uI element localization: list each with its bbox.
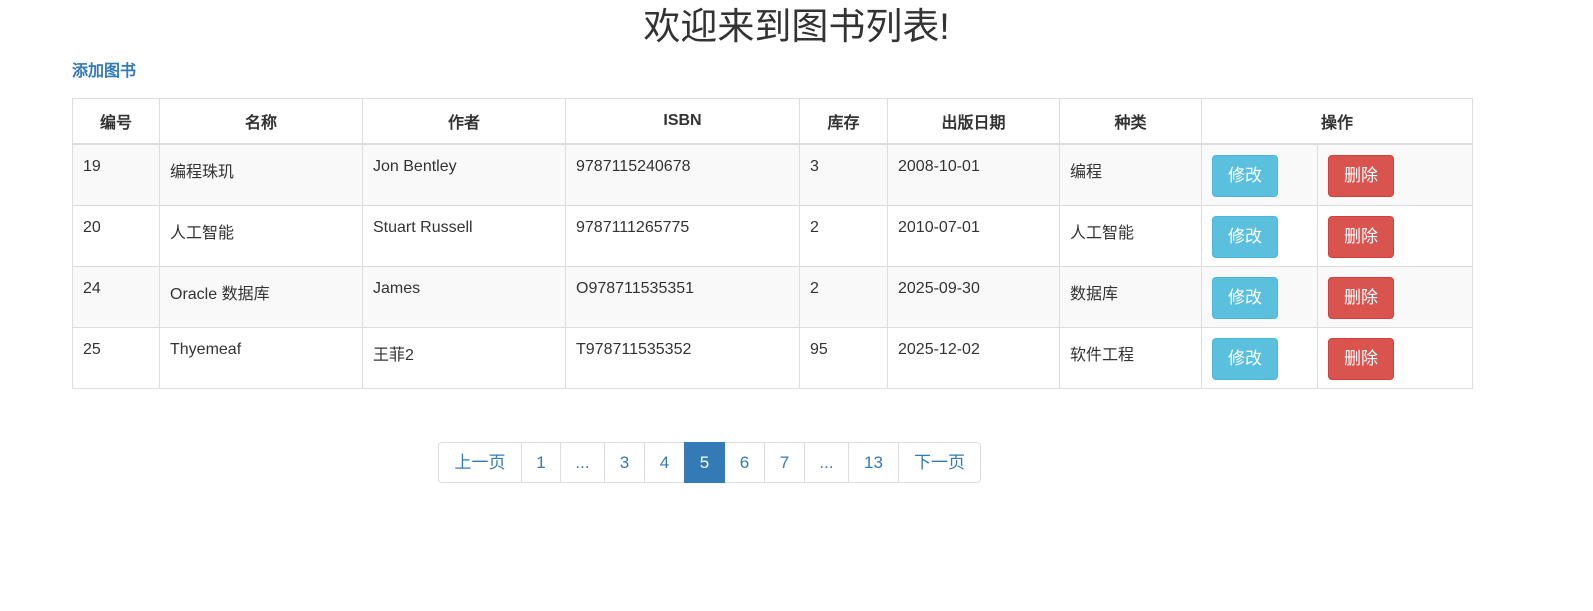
cell-author: Stuart Russell bbox=[362, 204, 566, 267]
cell-name: 编程珠玑 bbox=[159, 143, 363, 206]
cell-delete: 删除 bbox=[1317, 265, 1473, 328]
cell-name: Oracle 数据库 bbox=[159, 265, 363, 328]
cell-edit: 修改 bbox=[1201, 143, 1318, 206]
cell-author: 王菲2 bbox=[362, 326, 566, 389]
page-ellipsis-right[interactable]: ... bbox=[804, 442, 849, 483]
cell-delete: 删除 bbox=[1317, 326, 1473, 389]
cell-publish-date: 2025-12-02 bbox=[887, 326, 1060, 389]
header-name: 名称 bbox=[159, 98, 363, 145]
cell-publish-date: 2025-09-30 bbox=[887, 265, 1060, 328]
delete-button[interactable]: 删除 bbox=[1328, 215, 1394, 258]
page-1-button[interactable]: 1 bbox=[521, 442, 561, 483]
cell-stock: 2 bbox=[799, 204, 888, 267]
cell-edit: 修改 bbox=[1201, 265, 1318, 328]
page-3-button[interactable]: 3 bbox=[604, 442, 645, 483]
cell-isbn: T978711535352 bbox=[565, 326, 800, 389]
add-book-link[interactable]: 添加图书 bbox=[72, 62, 136, 82]
delete-button[interactable]: 删除 bbox=[1328, 276, 1394, 319]
cell-id: 19 bbox=[72, 143, 160, 206]
page-13-button[interactable]: 13 bbox=[848, 442, 899, 483]
cell-id: 24 bbox=[72, 265, 160, 328]
cell-delete: 删除 bbox=[1317, 204, 1473, 267]
pagination: 上一页 1 ... 3 4 5 6 7 ... 13 下一页 bbox=[438, 442, 981, 483]
cell-author: James bbox=[362, 265, 566, 328]
edit-button[interactable]: 修改 bbox=[1212, 276, 1278, 319]
header-category: 种类 bbox=[1059, 98, 1202, 145]
table-row: 25 Thyemeaf 王菲2 T978711535352 95 2025-12… bbox=[72, 326, 1473, 389]
cell-stock: 95 bbox=[799, 326, 888, 389]
cell-category: 编程 bbox=[1059, 143, 1202, 206]
page-ellipsis-left[interactable]: ... bbox=[560, 442, 605, 483]
page-7-button[interactable]: 7 bbox=[764, 442, 805, 483]
edit-button[interactable]: 修改 bbox=[1212, 215, 1278, 258]
cell-name: 人工智能 bbox=[159, 204, 363, 267]
cell-name: Thyemeaf bbox=[159, 326, 363, 389]
cell-id: 20 bbox=[72, 204, 160, 267]
header-stock: 库存 bbox=[799, 98, 888, 145]
cell-publish-date: 2010-07-01 bbox=[887, 204, 1060, 267]
delete-button[interactable]: 删除 bbox=[1328, 337, 1394, 380]
table-row: 19 编程珠玑 Jon Bentley 9787115240678 3 2008… bbox=[72, 143, 1473, 206]
cell-edit: 修改 bbox=[1201, 204, 1318, 267]
cell-isbn: 9787115240678 bbox=[565, 143, 800, 206]
books-table: 编号 名称 作者 ISBN 库存 出版日期 种类 操作 19 编程珠玑 Jon … bbox=[72, 98, 1473, 389]
header-isbn: ISBN bbox=[565, 98, 800, 145]
page-prev-button[interactable]: 上一页 bbox=[438, 442, 522, 483]
cell-isbn: 9787111265775 bbox=[565, 204, 800, 267]
page-title: 欢迎来到图书列表! bbox=[643, 6, 950, 47]
cell-delete: 删除 bbox=[1317, 143, 1473, 206]
cell-stock: 3 bbox=[799, 143, 888, 206]
delete-button[interactable]: 删除 bbox=[1328, 155, 1394, 197]
cell-stock: 2 bbox=[799, 265, 888, 328]
cell-author: Jon Bentley bbox=[362, 143, 566, 206]
cell-id: 25 bbox=[72, 326, 160, 389]
header-id: 编号 bbox=[72, 98, 160, 145]
header-actions: 操作 bbox=[1201, 98, 1473, 145]
table-row: 20 人工智能 Stuart Russell 9787111265775 2 2… bbox=[72, 204, 1473, 267]
table-row: 24 Oracle 数据库 James O978711535351 2 2025… bbox=[72, 265, 1473, 328]
cell-category: 软件工程 bbox=[1059, 326, 1202, 389]
cell-edit: 修改 bbox=[1201, 326, 1318, 389]
cell-isbn: O978711535351 bbox=[565, 265, 800, 328]
header-author: 作者 bbox=[362, 98, 566, 145]
page-6-button[interactable]: 6 bbox=[724, 442, 765, 483]
page-5-button-active[interactable]: 5 bbox=[684, 442, 725, 483]
page-4-button[interactable]: 4 bbox=[644, 442, 685, 483]
cell-category: 人工智能 bbox=[1059, 204, 1202, 267]
cell-category: 数据库 bbox=[1059, 265, 1202, 328]
header-publish-date: 出版日期 bbox=[887, 98, 1060, 145]
cell-publish-date: 2008-10-01 bbox=[887, 143, 1060, 206]
table-header-row: 编号 名称 作者 ISBN 库存 出版日期 种类 操作 bbox=[72, 98, 1473, 145]
edit-button[interactable]: 修改 bbox=[1212, 337, 1278, 380]
edit-button[interactable]: 修改 bbox=[1212, 155, 1278, 197]
page-next-button[interactable]: 下一页 bbox=[898, 442, 981, 483]
